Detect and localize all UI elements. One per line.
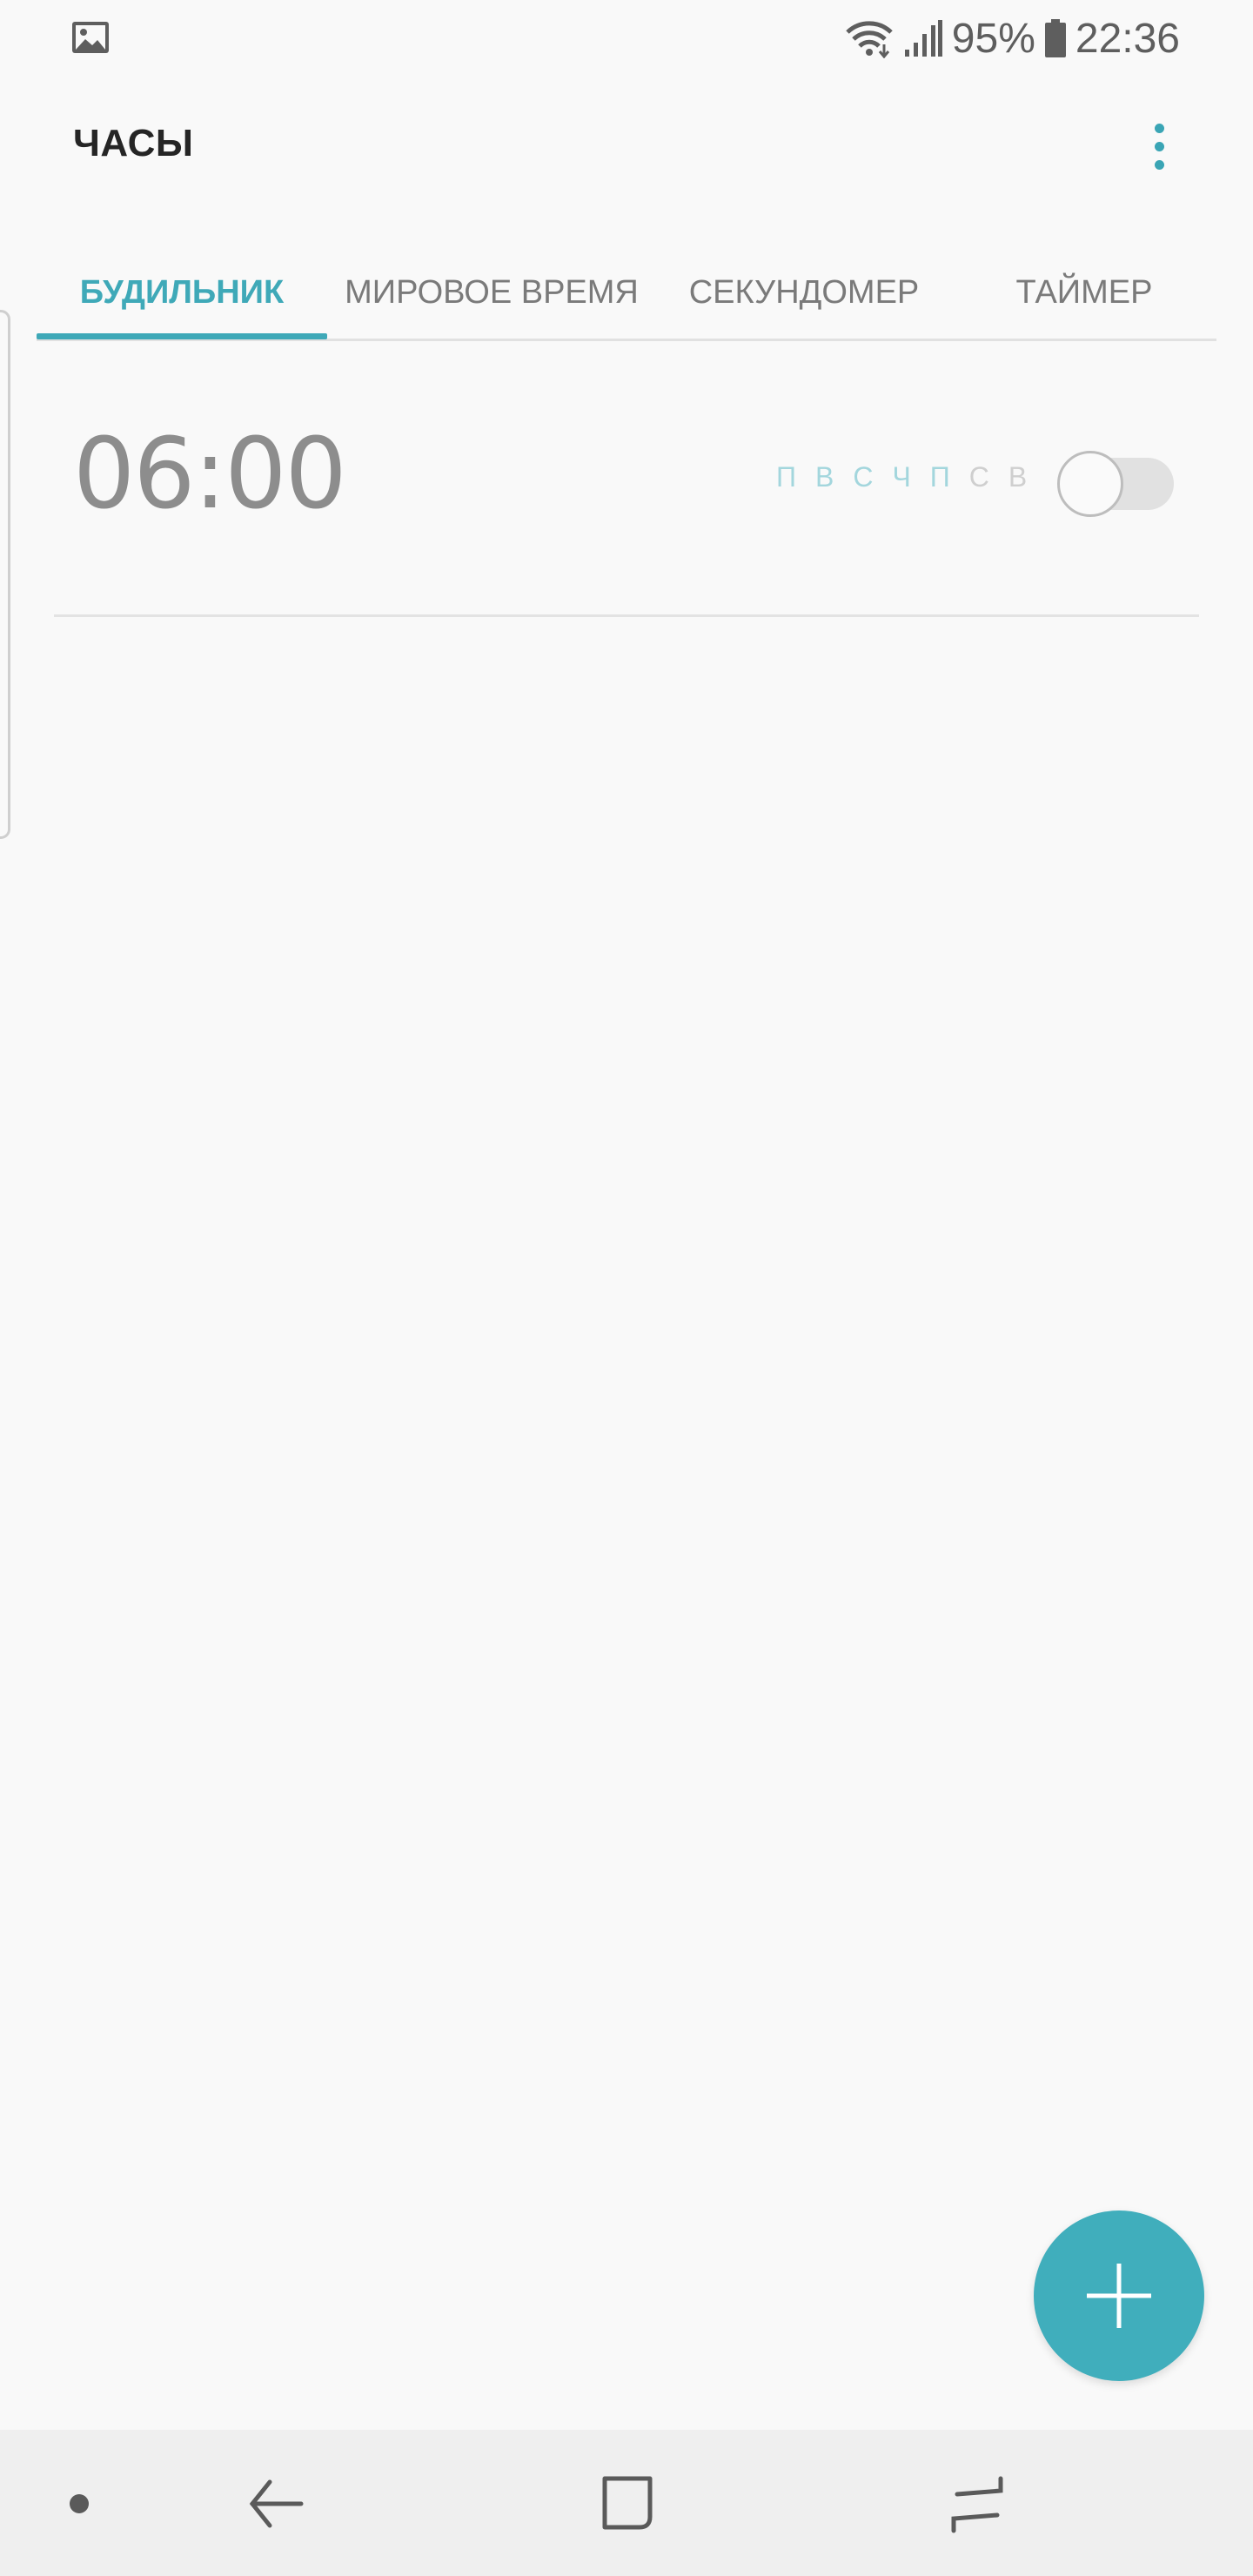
tab-timer[interactable]: ТАЙМЕР <box>952 244 1216 341</box>
alarm-day: С <box>968 461 989 493</box>
back-icon <box>249 2479 304 2528</box>
divider <box>54 614 1199 617</box>
tab-alarm[interactable]: БУДИЛЬНИК <box>37 244 327 341</box>
alarm-toggle[interactable] <box>1057 446 1174 517</box>
alarm-day: В <box>815 461 834 493</box>
nav-dot-button[interactable] <box>40 2465 118 2543</box>
add-alarm-button[interactable] <box>1034 2210 1204 2381</box>
more-options-button[interactable] <box>1131 113 1187 179</box>
nav-back-button[interactable] <box>237 2465 315 2543</box>
nav-recents-button[interactable] <box>938 2465 1016 2543</box>
tab-world-clock[interactable]: МИРОВОЕ ВРЕМЯ <box>327 244 656 341</box>
more-vertical-icon-dot <box>1154 141 1164 151</box>
battery-icon <box>1044 19 1066 57</box>
alarm-day: П <box>929 461 950 493</box>
image-icon <box>72 22 109 53</box>
home-icon <box>602 2476 653 2530</box>
alarm-day: П <box>776 461 796 493</box>
dot-icon <box>70 2494 89 2513</box>
wifi-icon <box>846 21 893 58</box>
alarm-day: С <box>853 461 874 493</box>
alarm-days: П В С Ч П С В <box>776 461 1027 493</box>
edge-panel-handle[interactable] <box>0 310 10 839</box>
alarm-time: 06:00 <box>73 418 347 531</box>
battery-percent: 95% <box>951 15 1035 62</box>
app-title: ЧАСЫ <box>73 122 194 164</box>
tab-bar: БУДИЛЬНИК МИРОВОЕ ВРЕМЯ СЕКУНДОМЕР ТАЙМЕ… <box>37 244 1216 341</box>
navigation-bar <box>0 2430 1253 2576</box>
recents-icon <box>951 2476 1003 2533</box>
status-time: 22:36 <box>1075 15 1180 62</box>
more-vertical-icon-dot <box>1154 159 1164 170</box>
plus-icon <box>1087 2264 1151 2328</box>
alarm-item[interactable]: 06:00 П В С Ч П С В <box>54 366 1199 618</box>
toggle-knob <box>1057 451 1123 517</box>
tab-indicator <box>37 333 327 339</box>
tab-stopwatch[interactable]: СЕКУНДОМЕР <box>656 244 952 341</box>
more-vertical-icon <box>1154 123 1164 133</box>
nav-home-button[interactable] <box>587 2465 666 2543</box>
alarm-day: В <box>1008 461 1028 493</box>
signal-icon <box>904 20 942 57</box>
status-indicators: 95% 22:36 <box>844 10 1180 66</box>
alarm-day: Ч <box>892 461 911 493</box>
status-bar: 95% 22:36 <box>0 0 1253 77</box>
